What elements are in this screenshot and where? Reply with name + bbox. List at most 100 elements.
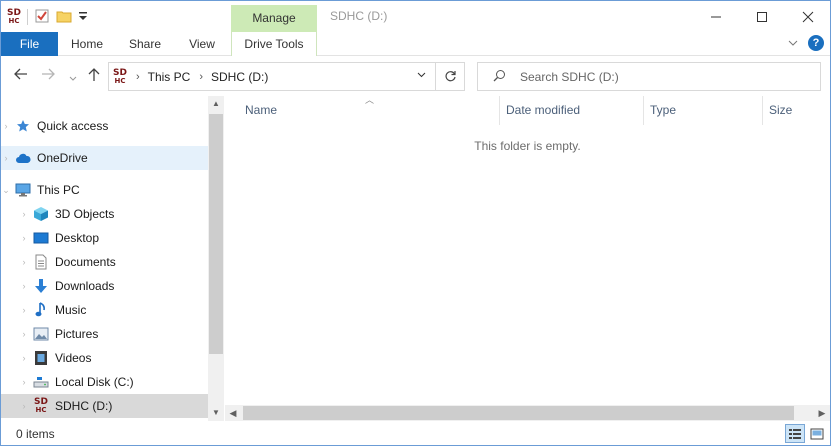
file-explorer-window: SD HC Manage SDHC (D:) File Home Share V…: [0, 0, 831, 446]
column-divider[interactable]: [762, 96, 763, 125]
recent-locations-chevron-icon[interactable]: [69, 70, 77, 85]
sidebar-item-this-pc[interactable]: ⌄ This PC: [1, 178, 208, 202]
column-header-date-modified[interactable]: Date modified: [506, 96, 580, 125]
music-icon: [33, 302, 49, 318]
manage-tab-group[interactable]: Manage: [231, 5, 317, 32]
picture-icon: [33, 326, 49, 342]
quick-access-toolbar: SD HC: [7, 6, 88, 28]
sidebar-item-downloads[interactable]: › Downloads: [1, 274, 208, 298]
expand-ribbon-icon[interactable]: [788, 36, 798, 50]
sdhc-drive-icon: SD HC: [34, 397, 48, 415]
scroll-left-icon[interactable]: ◀: [225, 405, 241, 421]
sidebar-item-onedrive[interactable]: › OneDrive: [1, 146, 208, 170]
sidebar-item-documents[interactable]: › Documents: [1, 250, 208, 274]
sidebar-item-label: Downloads: [55, 279, 115, 293]
refresh-button[interactable]: [436, 62, 465, 91]
tab-share[interactable]: Share: [123, 32, 167, 56]
up-arrow-icon[interactable]: [88, 68, 100, 85]
toolbar-separator: [26, 9, 28, 25]
address-bar[interactable]: SD HC › This PC › SDHC (D:): [108, 62, 436, 91]
refresh-icon: [444, 71, 456, 82]
expand-arrow-icon[interactable]: ›: [19, 281, 29, 291]
column-header-name[interactable]: Name: [245, 96, 277, 125]
sdhc-drive-icon: SD HC: [7, 8, 21, 26]
item-count: 0 items: [16, 427, 55, 441]
sidebar-item-videos[interactable]: › Videos: [1, 346, 208, 370]
sidebar-item-label: SDHC (D:): [55, 399, 113, 413]
sidebar-item-label: 3D Objects: [55, 207, 115, 221]
expand-arrow-icon[interactable]: ›: [19, 257, 29, 267]
sidebar-item-desktop[interactable]: › Desktop: [1, 226, 208, 250]
expand-arrow-icon[interactable]: ⌄: [1, 185, 11, 196]
sidebar-item-label: Documents: [55, 255, 116, 269]
maximize-button[interactable]: [739, 1, 785, 32]
large-icons-view-icon: [810, 428, 824, 439]
sdhc-drive-icon: SD HC: [113, 67, 127, 85]
download-icon: [33, 278, 49, 294]
sidebar-item-3d-objects[interactable]: › 3D Objects: [1, 202, 208, 226]
scroll-right-icon[interactable]: ▶: [814, 405, 830, 421]
navigation-bar: SD HC › This PC › SDHC (D:) Search SDHC (…: [1, 57, 830, 95]
column-header-size[interactable]: Size: [769, 96, 792, 125]
sidebar-item-label: Desktop: [55, 231, 100, 245]
sidebar-item-pictures[interactable]: › Pictures: [1, 322, 208, 346]
forward-arrow-icon[interactable]: [41, 68, 55, 83]
cube-icon: [33, 206, 49, 222]
navigation-scrollbar[interactable]: ▲ ▼: [208, 96, 224, 421]
sidebar-item-label: OneDrive: [37, 151, 88, 165]
scrollbar-thumb[interactable]: [209, 114, 223, 354]
file-list[interactable]: ︿ Name Date modified Type Size This fold…: [225, 95, 830, 421]
breadcrumb-chevron-icon[interactable]: ›: [136, 71, 140, 83]
back-arrow-icon[interactable]: [14, 68, 28, 83]
column-divider[interactable]: [499, 96, 500, 125]
details-view-button[interactable]: [785, 424, 805, 443]
new-folder-icon[interactable]: [56, 8, 72, 27]
expand-arrow-icon[interactable]: ›: [1, 121, 11, 131]
sidebar-item-music[interactable]: › Music: [1, 298, 208, 322]
tab-drive-tools[interactable]: Drive Tools: [231, 32, 317, 56]
minimize-button[interactable]: [693, 1, 739, 32]
content-horizontal-scrollbar[interactable]: ◀ ▶: [225, 405, 830, 421]
sidebar-item-local-disk[interactable]: › Local Disk (C:): [1, 370, 208, 394]
window-title: SDHC (D:): [330, 9, 388, 23]
breadcrumb-this-pc[interactable]: This PC: [148, 70, 191, 84]
scroll-down-icon[interactable]: ▼: [208, 405, 224, 421]
document-icon: [33, 254, 49, 270]
expand-arrow-icon[interactable]: ›: [19, 401, 29, 411]
expand-arrow-icon[interactable]: ›: [19, 233, 29, 243]
address-dropdown-icon[interactable]: [417, 70, 426, 81]
scrollbar-thumb[interactable]: [243, 406, 794, 420]
help-icon[interactable]: ?: [808, 35, 824, 51]
tab-file[interactable]: File: [1, 32, 58, 56]
expand-arrow-icon[interactable]: ›: [19, 209, 29, 219]
desktop-icon: [33, 230, 49, 246]
expand-arrow-icon[interactable]: ›: [19, 377, 29, 387]
close-button[interactable]: [785, 1, 831, 32]
sidebar-item-label: Music: [55, 303, 87, 317]
properties-icon[interactable]: [34, 8, 50, 27]
sidebar-item-label: This PC: [37, 183, 80, 197]
breadcrumb-chevron-icon[interactable]: ›: [199, 71, 203, 83]
expand-arrow-icon[interactable]: ›: [1, 153, 11, 163]
scroll-up-icon[interactable]: ▲: [208, 96, 224, 112]
tab-view[interactable]: View: [181, 32, 223, 56]
sort-caret-icon: ︿: [365, 95, 375, 105]
sidebar-item-quick-access[interactable]: › Quick access: [1, 114, 208, 138]
customize-toolbar-icon[interactable]: [78, 10, 88, 25]
expand-arrow-icon[interactable]: ›: [19, 353, 29, 363]
expand-arrow-icon[interactable]: ›: [19, 305, 29, 315]
title-bar: SD HC Manage SDHC (D:): [1, 1, 830, 32]
column-divider[interactable]: [643, 96, 644, 125]
navigation-pane: › Quick access › OneDrive ⌄ This PC › 3D…: [1, 96, 208, 421]
large-icons-view-button[interactable]: [807, 424, 827, 443]
sidebar-item-label: Pictures: [55, 327, 99, 341]
column-header-type[interactable]: Type: [650, 96, 676, 125]
breadcrumb-sdhc[interactable]: SDHC (D:): [211, 70, 268, 84]
status-bar: 0 items: [1, 422, 830, 445]
sidebar-item-sdhc[interactable]: › SD HC SDHC (D:): [1, 394, 208, 418]
search-box[interactable]: Search SDHC (D:): [477, 62, 821, 91]
details-view-icon: [789, 428, 801, 439]
tab-home[interactable]: Home: [64, 32, 110, 56]
expand-arrow-icon[interactable]: ›: [19, 329, 29, 339]
sidebar-item-label: Quick access: [37, 119, 109, 133]
